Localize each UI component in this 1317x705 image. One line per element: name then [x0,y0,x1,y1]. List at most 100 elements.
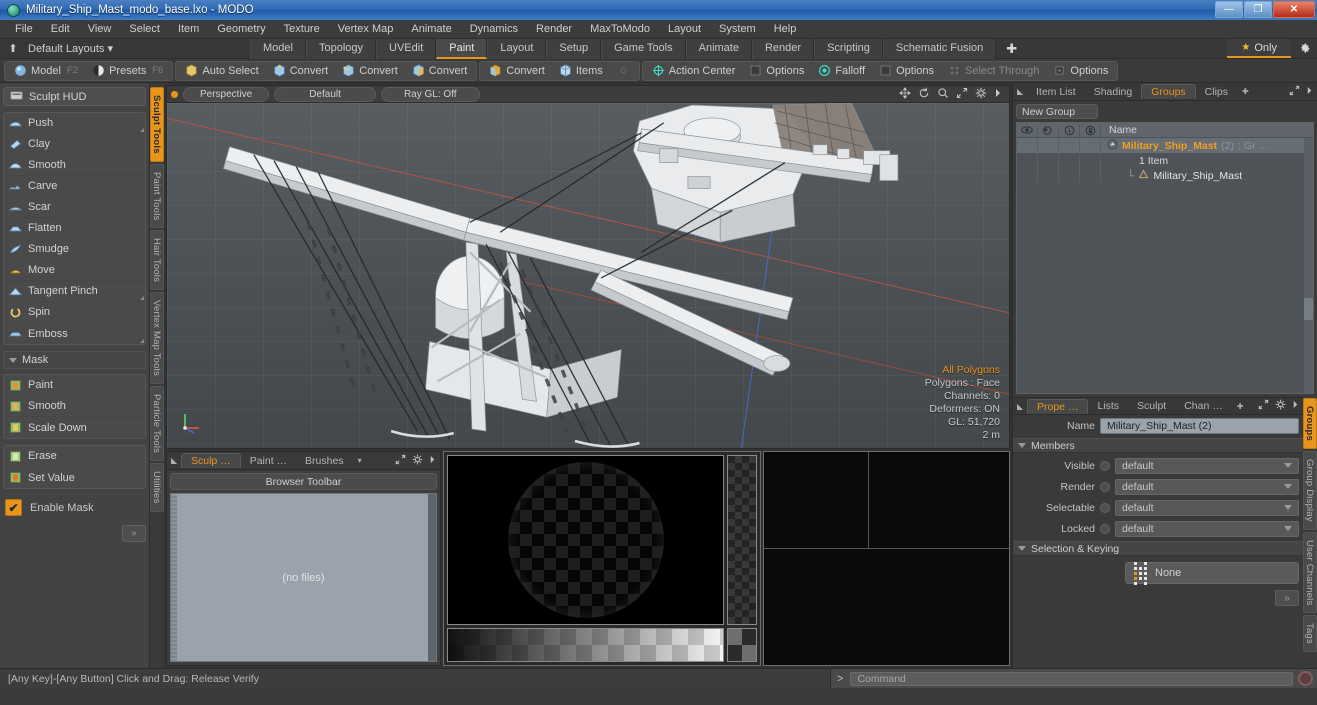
tab-game-tools[interactable]: Game Tools [601,38,686,59]
convert-edge-button[interactable]: Convert [335,62,405,80]
menu-edit[interactable]: Edit [42,20,79,39]
mode-model-button[interactable]: Model F2 [7,62,85,80]
chevron-right-icon[interactable] [1292,400,1299,412]
tab-render[interactable]: Render [751,38,815,59]
tab-animate[interactable]: Animate [685,38,752,59]
tool-carve[interactable]: Carve [4,176,145,197]
tab-uvedit[interactable]: UVEdit [376,38,437,59]
tab-paint-browser[interactable]: Paint … [241,454,296,468]
fit-icon[interactable] [956,87,968,102]
falloff-options-button[interactable]: Options [872,62,941,80]
tab-item-list[interactable]: Item List [1027,85,1085,99]
vtab-paint-tools[interactable]: Paint Tools [150,163,164,229]
expand-icon[interactable] [1258,399,1269,413]
tool-spin[interactable]: Spin [4,302,145,323]
sculpt-hud-button[interactable]: Sculpt HUD [3,87,146,106]
chevron-right-icon[interactable] [994,88,1002,101]
tab-schematic-fusion[interactable]: Schematic Fusion [882,38,997,59]
visible-dropdown[interactable]: default [1115,457,1299,474]
render-dot-indicator[interactable] [1100,481,1110,492]
falloff-button[interactable]: Falloff [811,62,872,80]
selectable-dropdown[interactable]: default [1115,499,1299,516]
action-options-button[interactable]: Options [742,62,811,80]
menu-maxtomodo[interactable]: MaxToModo [581,20,659,39]
chevron-down-icon[interactable]: ▾ [353,456,367,465]
row-lock-toggle[interactable] [1080,138,1101,153]
tab-channels[interactable]: Chan … [1175,399,1232,413]
info-icon[interactable] [1059,124,1080,136]
menu-file[interactable]: File [6,20,42,39]
lock-icon[interactable] [1080,124,1101,136]
tool-emboss[interactable]: Emboss [4,323,145,344]
tab-model[interactable]: Model [250,38,306,59]
selectable-dot-indicator[interactable] [1100,502,1110,513]
menu-select[interactable]: Select [120,20,169,39]
vtab-particle-tools[interactable]: Particle Tools [150,386,164,462]
vtab-tags[interactable]: Tags [1303,615,1317,653]
vtab-hair-tools[interactable]: Hair Tools [150,230,164,291]
tab-lists[interactable]: Lists [1088,399,1128,413]
tool-push[interactable]: Push [4,113,145,134]
tab-sculpt-props[interactable]: Sculpt [1128,399,1175,413]
keying-selector[interactable]: None [1125,561,1299,585]
tool-smooth[interactable]: Smooth [4,155,145,176]
menu-dynamics[interactable]: Dynamics [461,20,527,39]
tool-move[interactable]: Move [4,260,145,281]
tab-properties[interactable]: Prope … [1027,398,1089,414]
convert-vertex-button[interactable]: Convert [266,62,336,80]
row-eye-toggle[interactable] [1017,138,1038,153]
brush-shape-preview[interactable] [447,455,724,625]
tool-flatten[interactable]: Flatten [4,218,145,239]
swatch-2[interactable] [742,629,756,645]
eye-icon[interactable] [1017,125,1038,135]
viewport-projection-dropdown[interactable]: Perspective [183,86,270,102]
menu-item[interactable]: Item [169,20,208,39]
item-list-scrollbar[interactable] [1304,138,1313,393]
gear-icon[interactable] [975,87,987,102]
tab-topology[interactable]: Topology [305,38,377,59]
vtab-sculpt-tools[interactable]: Sculpt Tools [150,87,164,162]
tool-scar[interactable]: Scar [4,197,145,218]
add-panel-tab-button[interactable]: ✚ [1237,87,1254,96]
mask-erase-tool[interactable]: Erase [4,446,145,467]
row-info-toggle[interactable] [1059,138,1080,153]
chevron-right-icon[interactable] [1306,86,1313,98]
table-row[interactable]: Military_Ship_Mast (2) : Gr … [1017,138,1313,153]
secondary-preview-bottom[interactable] [764,548,1009,665]
browser-left-arrow-icon[interactable]: ◣ [171,456,181,465]
mask-paint-tool[interactable]: Paint [4,375,145,396]
locked-dropdown[interactable]: default [1115,520,1299,537]
tab-setup[interactable]: Setup [546,38,602,59]
selection-keying-section-header[interactable]: Selection & Keying [1013,541,1303,556]
mask-scale-down-tool[interactable]: Scale Down [4,417,145,438]
vtab-vertex-map-tools[interactable]: Vertex Map Tools [150,292,164,385]
tool-tangent-pinch[interactable]: Tangent Pinch [4,281,145,302]
convert-item-button[interactable]: Convert [482,62,552,80]
swatch-1[interactable] [728,629,742,645]
pan-icon[interactable] [899,86,911,102]
viewport-raygl-dropdown[interactable]: Ray GL: Off [380,86,480,102]
tool-smudge[interactable]: Smudge [4,239,145,260]
row-render-toggle[interactable] [1038,138,1059,153]
brush-gradient-ramp[interactable] [447,628,724,662]
tab-shading[interactable]: Shading [1085,85,1142,99]
vtab-groups[interactable]: Groups [1303,398,1317,449]
enable-mask-checkbox[interactable]: ✔ [5,499,22,516]
tab-paint[interactable]: Paint [436,38,488,59]
vtab-group-display[interactable]: Group Display [1303,450,1317,530]
vtab-user-channels[interactable]: User Channels [1303,531,1317,614]
name-input[interactable]: Military_Ship_Mast (2) [1100,417,1299,434]
mask-section-header[interactable]: Mask [3,351,146,369]
center-icon[interactable] [610,62,637,80]
gear-icon[interactable] [1275,399,1286,413]
tab-scripting[interactable]: Scripting [814,38,883,59]
rotate-icon[interactable] [918,87,930,102]
only-toggle-button[interactable]: ★ Only [1227,39,1291,58]
menu-system[interactable]: System [710,20,765,39]
command-input[interactable]: Command [850,671,1293,686]
minimize-button[interactable]: — [1215,1,1243,18]
group-item-list[interactable]: Name Military_Ship_Mast (2) : Gr … 1 Ite… [1016,122,1314,394]
add-tab-button[interactable]: ✚ [996,39,1027,59]
viewport-3d[interactable]: Perspective Default Ray GL: Off All Poly… [166,85,1010,449]
close-button[interactable]: ✕ [1273,1,1315,18]
